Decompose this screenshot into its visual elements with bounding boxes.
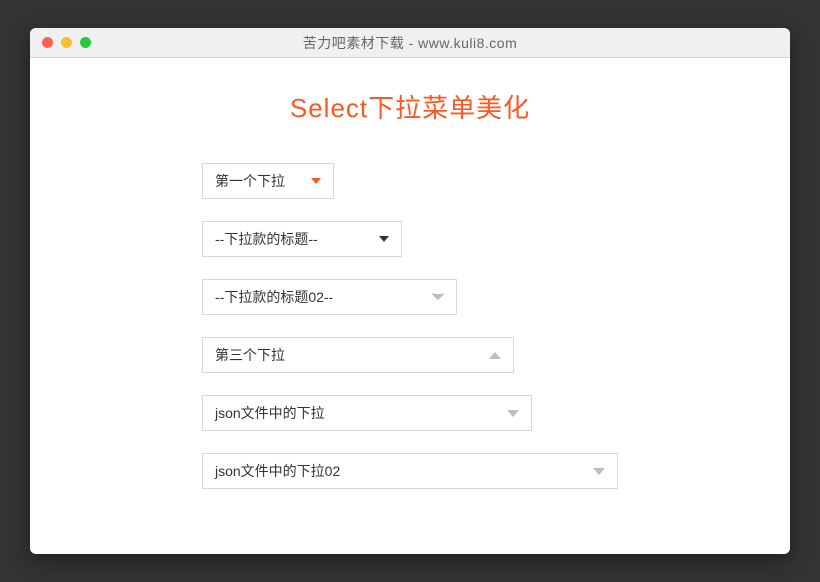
traffic-lights: [42, 37, 91, 48]
select-1[interactable]: 第一个下拉: [202, 163, 334, 199]
select-6[interactable]: json文件中的下拉02: [202, 453, 618, 489]
select-2[interactable]: --下拉款的标题--: [202, 221, 402, 257]
window-title: 苦力吧素材下载 - www.kuli8.com: [30, 33, 790, 53]
caret-up-icon: [489, 352, 501, 359]
select-3[interactable]: --下拉款的标题02--: [202, 279, 457, 315]
titlebar: 苦力吧素材下载 - www.kuli8.com: [30, 28, 790, 58]
page-title: Select下拉菜单美化: [290, 88, 530, 125]
caret-down-icon: [311, 178, 321, 184]
caret-down-icon: [507, 410, 519, 417]
maximize-icon[interactable]: [80, 37, 91, 48]
app-window: 苦力吧素材下载 - www.kuli8.com Select下拉菜单美化 第一个…: [30, 28, 790, 554]
select-value: --下拉款的标题--: [215, 229, 318, 249]
minimize-icon[interactable]: [61, 37, 72, 48]
caret-down-icon: [379, 236, 389, 242]
select-value: 第三个下拉: [215, 345, 285, 365]
select-5[interactable]: json文件中的下拉: [202, 395, 532, 431]
select-value: --下拉款的标题02--: [215, 287, 333, 307]
select-value: json文件中的下拉: [215, 403, 325, 423]
select-value: json文件中的下拉02: [215, 461, 340, 481]
chevron-down-icon: [432, 293, 444, 301]
select-list: 第一个下拉 --下拉款的标题-- --下拉款的标题02-- 第三个下拉: [202, 163, 618, 489]
select-value: 第一个下拉: [215, 171, 285, 191]
content-area: Select下拉菜单美化 第一个下拉 --下拉款的标题-- --下拉款的标题02…: [30, 58, 790, 554]
caret-down-icon: [593, 468, 605, 475]
select-4[interactable]: 第三个下拉: [202, 337, 514, 373]
close-icon[interactable]: [42, 37, 53, 48]
